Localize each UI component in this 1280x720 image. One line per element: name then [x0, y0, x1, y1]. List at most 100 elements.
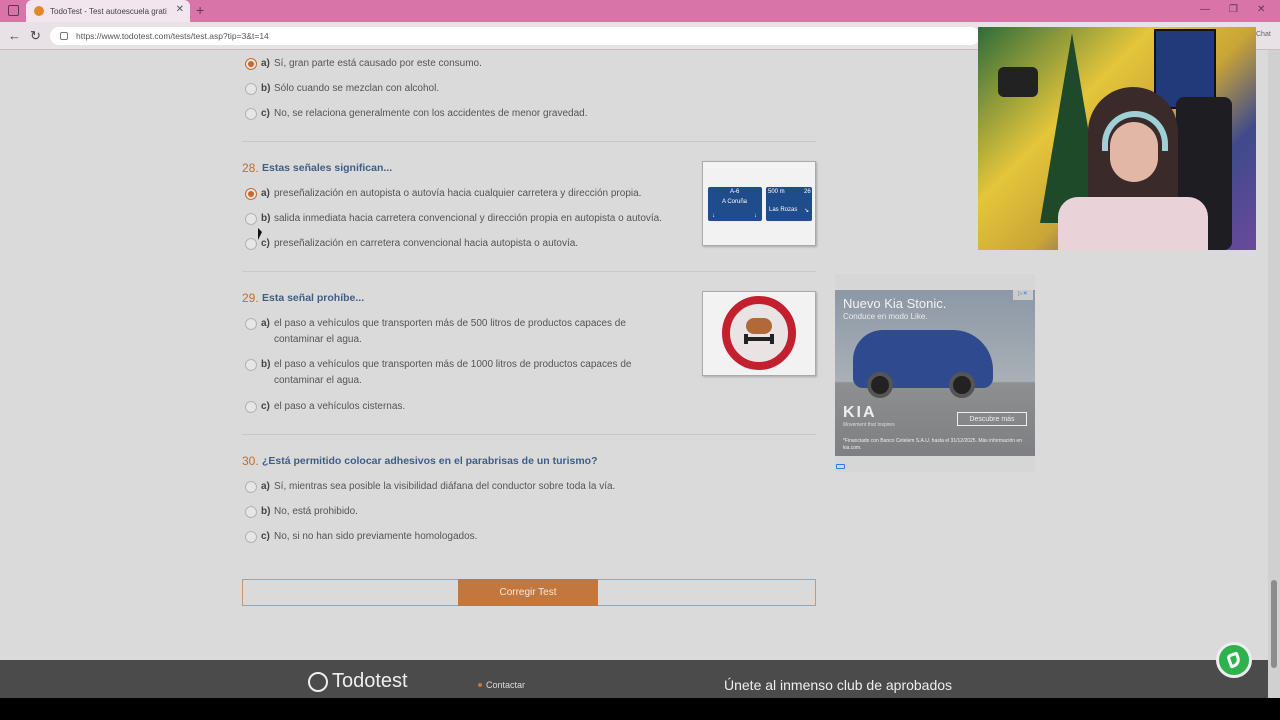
- microphone-icon: [998, 67, 1038, 97]
- browser-tab-active[interactable]: TodoTest - Test autoescuela grati ✕: [26, 0, 190, 22]
- radio-button[interactable]: [245, 188, 257, 200]
- maximize-window-icon[interactable]: ❐: [1229, 4, 1238, 15]
- streamer-shirt: [1058, 197, 1208, 250]
- option-letter: a): [261, 58, 270, 69]
- sign-city-label: Las Rozas: [769, 207, 798, 213]
- q29-question-text: Esta señal prohíbe...: [262, 292, 365, 304]
- option-text: Sólo cuando se mezclan con alcohol.: [274, 83, 440, 94]
- option-letter: c): [261, 108, 270, 119]
- minimize-window-icon[interactable]: —: [1200, 4, 1210, 15]
- option-text: Sí, mientras sea posible la visibilidad …: [274, 481, 616, 492]
- tab-actions-icon[interactable]: [8, 5, 19, 16]
- option-letter: a): [261, 188, 270, 199]
- radio-button[interactable]: [245, 83, 257, 95]
- phone-icon: [1225, 651, 1243, 669]
- browser-tab-strip: TodoTest - Test autoescuela grati ✕ + — …: [0, 0, 1280, 22]
- site-footer: Todotest Contactar Únete al inmenso club…: [0, 660, 1268, 698]
- option-text: No, está prohibido.: [274, 506, 358, 517]
- tab-close-icon[interactable]: ✕: [176, 4, 184, 15]
- q29-number: 29.: [242, 291, 259, 305]
- radio-button[interactable]: [245, 108, 257, 120]
- q30-question-text: ¿Está permitido colocar adhesivos en el …: [262, 455, 598, 467]
- option-letter: a): [261, 318, 270, 329]
- scrollbar-thumb[interactable]: [1271, 580, 1277, 668]
- option-text: Sí, gran parte está causado por este con…: [274, 58, 482, 69]
- footer-contact-link[interactable]: Contactar: [486, 680, 525, 690]
- radio-button[interactable]: [245, 238, 257, 250]
- radio-button[interactable]: [245, 506, 257, 518]
- exit-arrow-icon: ↘: [804, 208, 810, 214]
- todotest-check-icon: [308, 672, 328, 692]
- kia-logo: KIA: [843, 404, 877, 421]
- question-divider: [242, 434, 816, 435]
- ad-subtitle: Conduce en modo Like.: [843, 312, 928, 321]
- url-field[interactable]: https://www.todotest.com/tests/test.asp?…: [50, 27, 980, 45]
- footer-logo[interactable]: Todotest: [332, 670, 408, 693]
- kia-advertisement[interactable]: Nuevo Kia Stonic. Conduce en modo Like. …: [835, 274, 1035, 472]
- option-letter: b): [261, 506, 271, 517]
- site-info-icon[interactable]: [60, 32, 68, 40]
- wheel-shape: [867, 372, 893, 398]
- option-text: el paso a vehículos que transporten más …: [274, 359, 632, 386]
- car-image: [853, 330, 993, 398]
- close-window-icon[interactable]: ✕: [1257, 4, 1265, 15]
- option-text: salida inmediata hacia carretera convenc…: [274, 213, 663, 224]
- back-arrow-icon[interactable]: ←: [8, 28, 21, 43]
- radio-button[interactable]: [245, 213, 257, 225]
- bullet-icon: [478, 683, 482, 687]
- q28-question-text: Estas señales significan...: [262, 162, 393, 174]
- footer-slogan: Únete al inmenso club de aprobados: [724, 677, 953, 693]
- bottom-black-bar: [0, 698, 1280, 720]
- option-letter: c): [261, 401, 270, 412]
- down-arrow-icon: ↓: [754, 213, 757, 219]
- motorway-sign-right: 500 m 26 Las Rozas ↘: [765, 186, 813, 222]
- option-text: No, si no han sido previamente homologad…: [274, 531, 478, 542]
- question-divider: [242, 141, 816, 142]
- reload-icon[interactable]: ↻: [30, 28, 41, 44]
- ad-title: Nuevo Kia Stonic.: [843, 296, 947, 311]
- tab-title: TodoTest - Test autoescuela grati: [50, 6, 167, 16]
- todotest-favicon-icon: [34, 6, 44, 16]
- radio-button[interactable]: [245, 359, 257, 371]
- option-letter: c): [261, 238, 270, 249]
- mouse-cursor-icon: [258, 228, 262, 240]
- ad-legal-text: *Financiado con Banco Cetelem S.A.U. has…: [843, 438, 1022, 451]
- sign-distance-label: 500 m: [768, 189, 785, 195]
- sign-road-label: A-6: [730, 189, 740, 195]
- radio-button[interactable]: [245, 401, 257, 413]
- radio-button[interactable]: [245, 481, 257, 493]
- option-text: preseñalización en autopista o autovía h…: [274, 188, 642, 199]
- down-arrow-icon: ↓: [712, 213, 715, 219]
- whatsapp-icon[interactable]: [1216, 642, 1252, 678]
- ad-cta-button[interactable]: Descubre más: [957, 412, 1027, 426]
- q29-sign-image: [702, 291, 816, 376]
- ad-creative[interactable]: Nuevo Kia Stonic. Conduce en modo Like. …: [835, 290, 1035, 456]
- option-letter: b): [261, 83, 271, 94]
- radio-button[interactable]: [245, 58, 257, 70]
- chat-side-label[interactable]: Chat: [1256, 31, 1271, 38]
- ad-marker-icon: [836, 464, 845, 469]
- url-text: https://www.todotest.com/tests/test.asp?…: [76, 31, 269, 41]
- question-divider: [242, 271, 816, 272]
- page-scrollbar[interactable]: [1268, 50, 1280, 700]
- ad-tagline: Movement that inspires: [843, 422, 895, 428]
- option-text: preseñalización en carretera convenciona…: [274, 238, 579, 249]
- option-letter: b): [261, 213, 271, 224]
- option-letter: b): [261, 359, 271, 370]
- option-letter: c): [261, 531, 270, 542]
- option-text: el paso a vehículos cisternas.: [274, 401, 406, 412]
- prohibition-sign-icon: [722, 296, 796, 370]
- option-text: No, se relaciona generalmente con los ac…: [274, 108, 588, 119]
- q28-sign-image: A-6 A Coruña ↓ ↓ 500 m 26 Las Rozas ↘: [702, 161, 816, 246]
- webcam-overlay: [978, 27, 1256, 250]
- tank-symbol: [746, 318, 772, 334]
- correct-test-button[interactable]: Corregir Test: [458, 579, 598, 606]
- q30-number: 30.: [242, 454, 259, 468]
- q28-number: 28.: [242, 161, 259, 175]
- wheel-symbol: [744, 334, 748, 344]
- new-tab-icon[interactable]: +: [196, 2, 204, 18]
- radio-button[interactable]: [245, 531, 257, 543]
- motorway-sign-left: A-6 A Coruña ↓ ↓: [707, 186, 763, 222]
- ad-choices-icon[interactable]: ▷✕: [1013, 290, 1033, 300]
- radio-button[interactable]: [245, 318, 257, 330]
